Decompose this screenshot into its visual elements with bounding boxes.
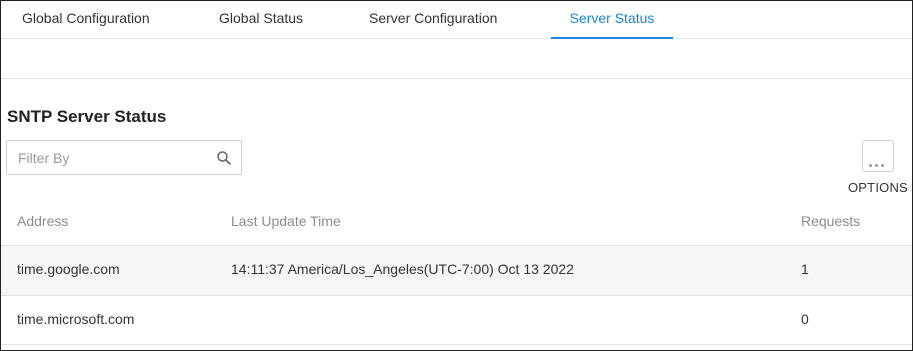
- section-divider: [1, 78, 912, 79]
- filter-box: [6, 140, 242, 175]
- cell-requests: 0: [801, 311, 809, 327]
- tab-server-configuration[interactable]: Server Configuration: [369, 1, 497, 39]
- filter-input[interactable]: [7, 141, 207, 174]
- search-icon[interactable]: [216, 150, 232, 166]
- tab-bar: Global Configuration Global Status Serve…: [1, 1, 912, 39]
- tab-server-status[interactable]: Server Status: [551, 1, 673, 39]
- table-row[interactable]: time.microsoft.com 0: [1, 295, 912, 345]
- sntp-panel: Global Configuration Global Status Serve…: [0, 0, 913, 351]
- column-header-address[interactable]: Address: [17, 213, 68, 229]
- tab-global-configuration[interactable]: Global Configuration: [22, 1, 150, 39]
- cell-address: time.microsoft.com: [17, 311, 135, 327]
- cell-last-update-time: 14:11:37 America/Los_Angeles(UTC-7:00) O…: [231, 261, 574, 277]
- cell-address: time.google.com: [17, 261, 120, 277]
- table-row[interactable]: time.google.com 14:11:37 America/Los_Ang…: [1, 245, 912, 295]
- more-horizontal-icon: [869, 154, 887, 170]
- options-button[interactable]: [862, 140, 894, 172]
- column-header-last-update-time[interactable]: Last Update Time: [231, 213, 341, 229]
- page-title: SNTP Server Status: [7, 107, 167, 126]
- cell-requests: 1: [801, 261, 809, 277]
- column-header-requests[interactable]: Requests: [801, 213, 860, 229]
- options-label: OPTIONS: [848, 180, 908, 195]
- tab-global-status[interactable]: Global Status: [219, 1, 303, 39]
